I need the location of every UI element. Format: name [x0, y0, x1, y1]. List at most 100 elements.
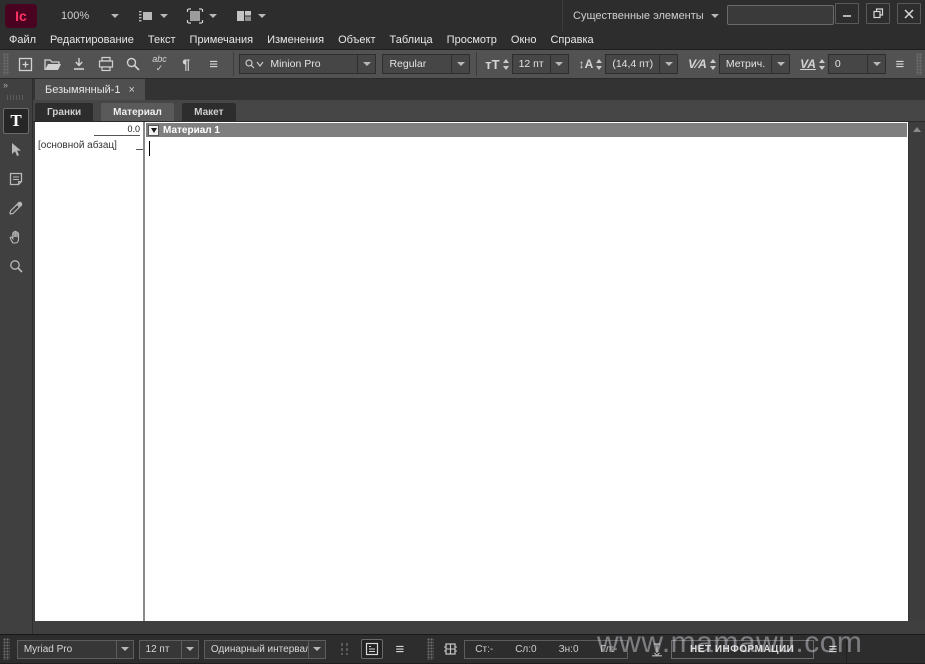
statusbar-right-menu-button[interactable]: ≡	[822, 639, 843, 659]
copyfit-info-box: НЕТ ИНФОРМАЦИИ	[670, 639, 814, 659]
workspace-switcher[interactable]: Существенные элементы	[562, 0, 729, 31]
arrange-documents-dropdown[interactable]	[235, 8, 267, 24]
toolbar-right-menu-button[interactable]: ≡	[888, 52, 911, 76]
position-tool-button[interactable]	[3, 137, 29, 163]
zoom-tool-icon	[10, 260, 23, 273]
open-document-button[interactable]	[41, 52, 64, 76]
font-size-combo[interactable]: 12 пт	[511, 54, 569, 74]
minimize-button[interactable]	[835, 3, 859, 24]
menu-object[interactable]: Объект	[333, 34, 380, 46]
restore-button[interactable]	[866, 3, 890, 24]
show-hidden-characters-button[interactable]: ¶	[175, 52, 198, 76]
menu-edit[interactable]: Редактирование	[45, 34, 139, 46]
zoom-level-dropdown[interactable]: 100%	[61, 10, 120, 22]
new-document-icon	[18, 57, 33, 71]
view-options-icon	[139, 10, 153, 21]
close-button[interactable]	[897, 3, 921, 24]
story-view-toggle-button[interactable]	[361, 639, 383, 659]
story-text-area[interactable]: Материал 1	[145, 122, 908, 621]
leading-dropdown-button[interactable]	[659, 55, 677, 73]
font-size-icon: тT	[485, 56, 500, 72]
eyedropper-tool-button[interactable]	[3, 195, 29, 221]
chevron-down-icon	[664, 62, 673, 66]
status-font-size-combo[interactable]: 12 пт	[138, 639, 199, 659]
menu-notes[interactable]: Примечания	[185, 34, 259, 46]
font-size-stepper[interactable]	[502, 58, 509, 70]
control-toolbar: abc ✓ ¶ ≡ Minion Pro Regular тT 12 пт ↕A…	[0, 49, 925, 79]
lines-count: Ст:-	[475, 643, 494, 655]
font-style-combo[interactable]: Regular	[382, 54, 471, 74]
toolbar-grip-handle[interactable]	[3, 53, 10, 75]
menu-table[interactable]: Таблица	[385, 34, 438, 46]
font-search-icon	[245, 59, 264, 69]
toolbar-left-menu-button[interactable]: ≡	[202, 52, 225, 76]
menu-window[interactable]: Окно	[506, 34, 542, 46]
save-content-button[interactable]	[68, 52, 91, 76]
galley-columns-button[interactable]	[334, 639, 355, 659]
statusbar-left-menu-button[interactable]: ≡	[389, 639, 410, 659]
leading-stepper[interactable]	[596, 58, 603, 70]
zoom-tool-button[interactable]	[3, 253, 29, 279]
type-tool-button[interactable]: T	[3, 108, 29, 134]
spellcheck-button[interactable]: abc ✓	[148, 52, 171, 76]
line-spacing-dropdown-button[interactable]	[307, 640, 325, 658]
table-info-button[interactable]	[440, 639, 461, 659]
menu-file[interactable]: Файл	[4, 34, 41, 46]
statusbar-seam-divider	[846, 634, 848, 664]
eyedropper-icon	[9, 201, 23, 215]
pilcrow-icon: ¶	[182, 56, 191, 72]
chevron-down-icon	[111, 13, 120, 18]
menu-help[interactable]: Справка	[545, 34, 598, 46]
copyfit-progress-button[interactable]	[646, 639, 667, 659]
toolbar-separator	[476, 52, 478, 76]
statusbar-grip-handle[interactable]	[427, 638, 434, 660]
chevron-down-icon	[456, 62, 465, 66]
tools-panel-grip-handle[interactable]	[7, 95, 25, 100]
menu-type[interactable]: Текст	[143, 34, 181, 46]
line-spacing-combo[interactable]: Одинарный интервал	[203, 639, 326, 659]
status-font-size-dropdown-button[interactable]	[180, 640, 198, 658]
document-tab[interactable]: Безымянный-1 ×	[35, 79, 145, 100]
chevron-down-icon	[209, 13, 218, 18]
vertical-scrollbar[interactable]	[908, 122, 925, 621]
view-tab-galley[interactable]: Гранки	[35, 103, 94, 121]
kerning-dropdown-button[interactable]	[771, 55, 789, 73]
font-family-dropdown-button[interactable]	[357, 55, 375, 73]
kerning-stepper[interactable]	[709, 58, 716, 70]
menu-view[interactable]: Просмотр	[442, 34, 502, 46]
tracking-stepper[interactable]	[818, 58, 825, 70]
print-button[interactable]	[95, 52, 118, 76]
tracking-dropdown-button[interactable]	[867, 55, 885, 73]
font-size-dropdown-button[interactable]	[549, 55, 568, 73]
document-tab-title: Безымянный-1	[45, 83, 121, 96]
font-family-combo[interactable]: Minion Pro	[239, 54, 377, 74]
frame-edges-dropdown[interactable]	[186, 7, 218, 24]
search-box	[727, 5, 834, 25]
font-style-dropdown-button[interactable]	[451, 55, 469, 73]
note-tool-button[interactable]	[3, 166, 29, 192]
position-tool-icon	[12, 143, 21, 156]
find-change-button[interactable]	[121, 52, 144, 76]
paragraph-style-label[interactable]: [основной абзац]	[38, 140, 117, 151]
new-document-button[interactable]	[14, 52, 37, 76]
status-font-family-combo[interactable]: Myriad Pro	[16, 639, 134, 659]
document-tab-close-icon[interactable]: ×	[129, 84, 135, 96]
toolbar-grip-handle[interactable]	[915, 53, 922, 75]
story-collapse-button[interactable]	[148, 124, 159, 136]
document-content: Безымянный-1 × Гранки Материал Макет 0.0…	[33, 79, 925, 634]
hamburger-icon: ≡	[895, 55, 905, 73]
view-tab-layout[interactable]: Макет	[181, 103, 236, 121]
story-header-bar[interactable]: Материал 1	[146, 123, 907, 137]
view-options-dropdown[interactable]	[137, 8, 169, 24]
view-tab-story[interactable]: Материал	[101, 103, 174, 121]
hand-tool-button[interactable]	[3, 224, 29, 250]
kerning-combo[interactable]: Метрич.	[718, 54, 791, 74]
menu-changes[interactable]: Изменения	[262, 34, 329, 46]
tracking-combo[interactable]: 0	[827, 54, 887, 74]
statusbar-grip-handle[interactable]	[3, 638, 10, 660]
tools-panel-collapse-button[interactable]: »	[0, 79, 32, 93]
line-spacing-value: Одинарный интервал	[210, 643, 308, 655]
leading-combo[interactable]: (14,4 пт)	[605, 54, 679, 74]
status-font-family-dropdown-button[interactable]	[115, 640, 133, 658]
search-input[interactable]	[728, 7, 833, 25]
